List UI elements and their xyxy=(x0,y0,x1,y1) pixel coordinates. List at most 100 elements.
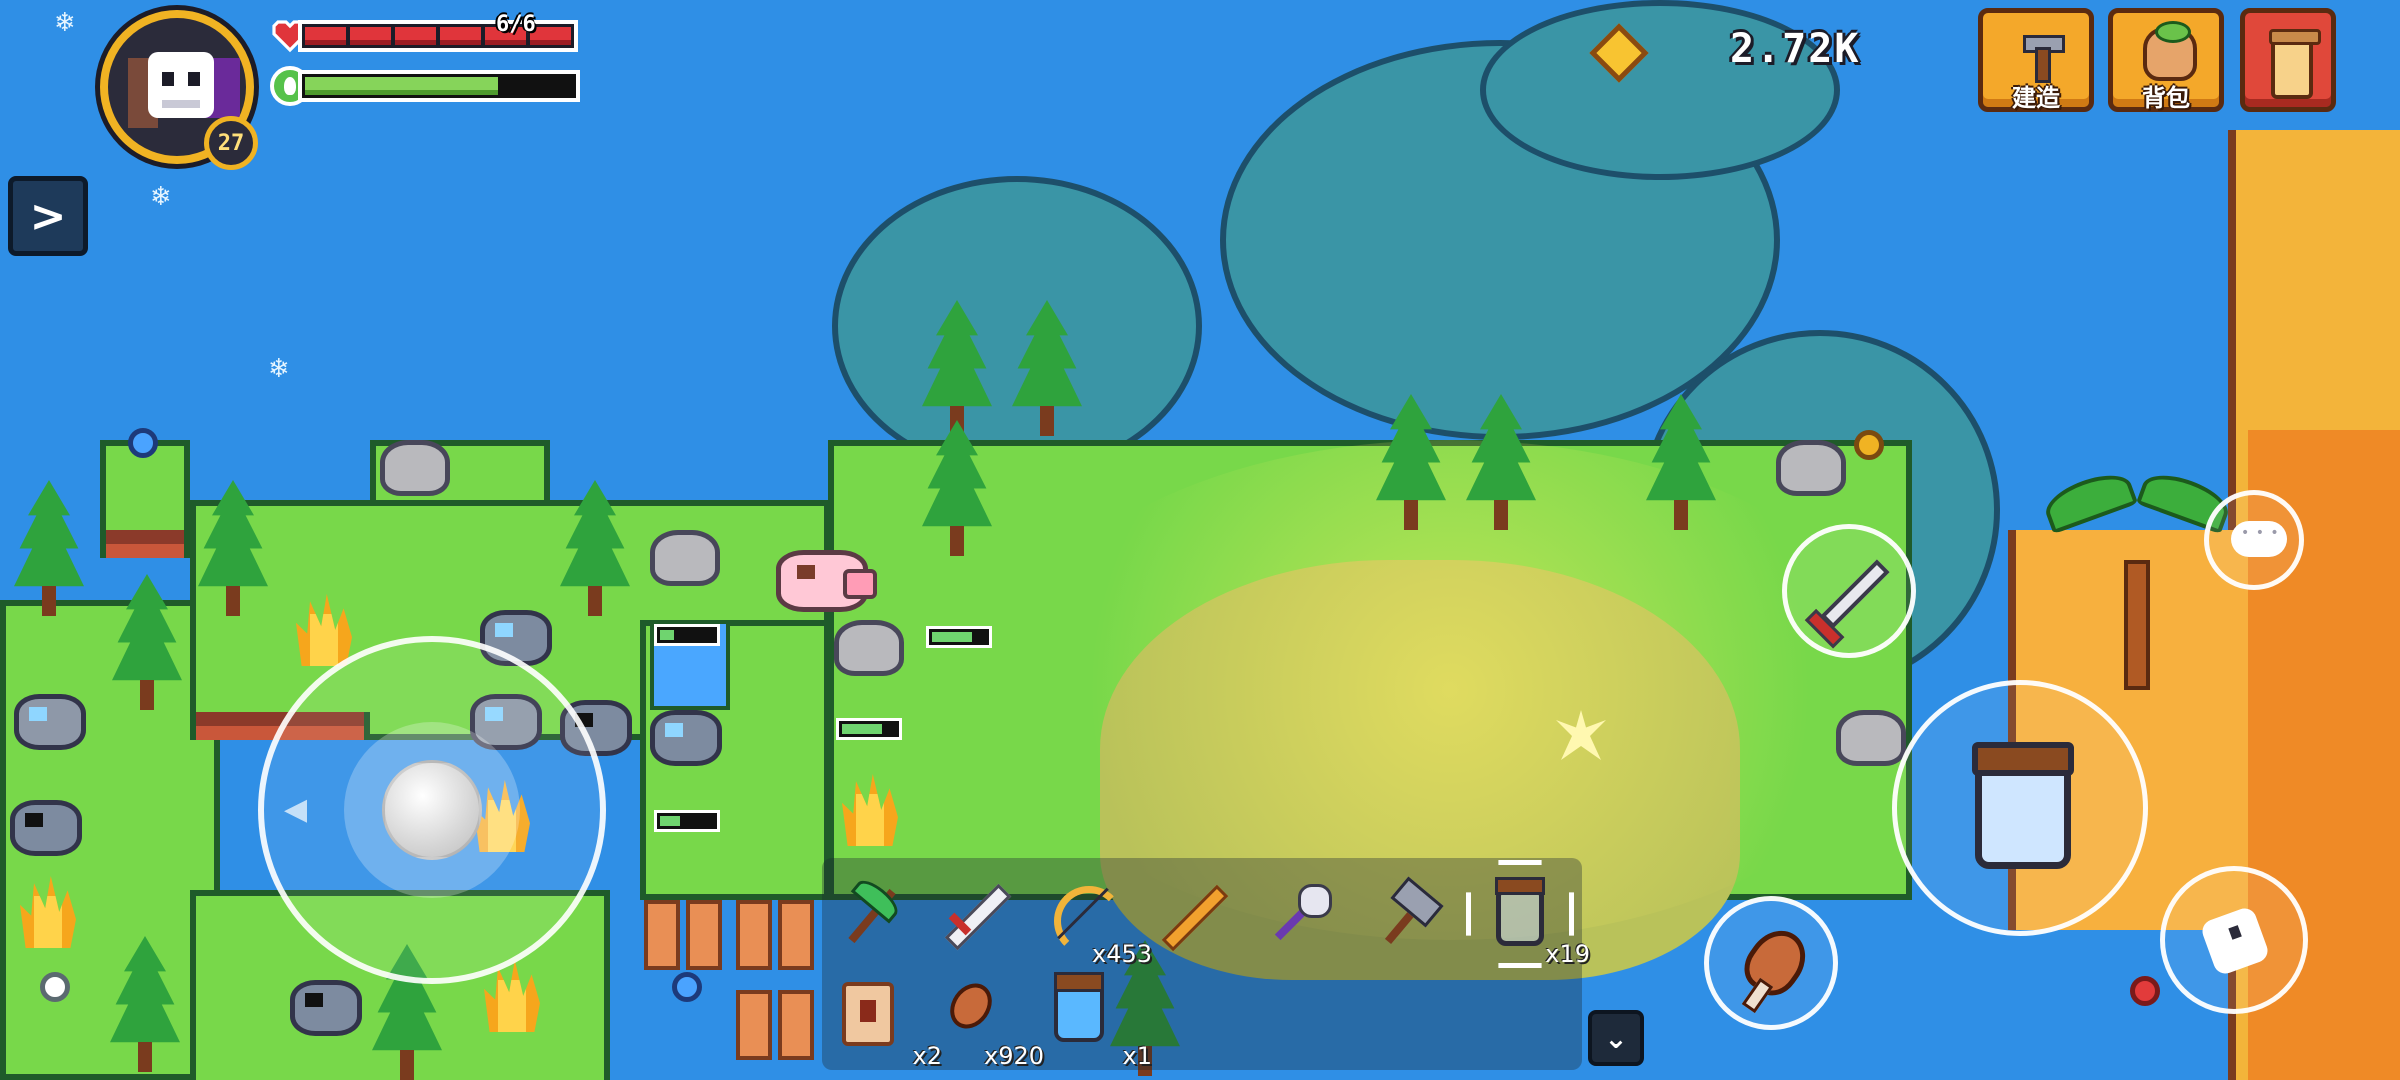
side-panel-toggle-button[interactable]: > xyxy=(8,176,88,256)
snowflake-icon: ❄ xyxy=(54,8,76,38)
hotbar-expand-button[interactable]: ⌄ xyxy=(1588,1010,1644,1066)
health-segment xyxy=(305,27,346,45)
resource-health-bar xyxy=(654,624,720,646)
hotbar-slot[interactable] xyxy=(926,866,1022,962)
skull-staff-icon xyxy=(1264,880,1332,948)
chat-button[interactable] xyxy=(2204,490,2304,590)
quest-scroll-button[interactable] xyxy=(2240,8,2336,112)
hotbar-slot[interactable]: x920 xyxy=(926,968,1044,1070)
build-button-label: 建造 xyxy=(2012,84,2060,112)
jar-icon xyxy=(1972,742,2074,869)
bridge-plank xyxy=(778,990,814,1060)
pine-tree xyxy=(922,300,992,440)
item-count: x19 xyxy=(1545,940,1590,968)
golden-sword-icon xyxy=(1156,880,1224,948)
palm-leaf xyxy=(2039,465,2139,535)
bridge-plank xyxy=(778,900,814,970)
stone-rock xyxy=(650,530,720,586)
health-segment xyxy=(530,27,571,45)
hammer-icon xyxy=(1372,880,1440,948)
flower xyxy=(40,972,70,1002)
hotbar-slot[interactable] xyxy=(824,866,920,962)
coal-ore xyxy=(290,980,362,1036)
pine-tree xyxy=(198,480,268,620)
snowflake-icon: ❄ xyxy=(268,354,290,384)
pickaxe-icon xyxy=(838,880,906,948)
joystick-knob[interactable] xyxy=(382,760,482,860)
palm-tree xyxy=(2124,560,2150,690)
pine-tree xyxy=(1646,394,1716,534)
resource-health-bar xyxy=(926,626,992,648)
health-segment xyxy=(350,27,391,45)
hotbar-slot[interactable]: x453 xyxy=(1034,866,1152,968)
chevron-down-icon: ⌄ xyxy=(1604,1021,1628,1055)
stone-rock xyxy=(834,620,904,676)
resource-health-bar xyxy=(654,810,720,832)
health-text: 6/6 xyxy=(496,12,536,37)
flower xyxy=(128,428,158,458)
build-icon xyxy=(2017,29,2065,83)
bridge-plank xyxy=(736,990,772,1060)
eat-food-button[interactable] xyxy=(1704,896,1838,1030)
pine-tree xyxy=(1376,394,1446,534)
dash-icon xyxy=(2199,905,2271,977)
health-segment xyxy=(440,27,481,45)
backpack-icon xyxy=(2143,21,2197,81)
iron-ore xyxy=(650,710,722,766)
chat-bubble-icon xyxy=(2231,521,2287,557)
coal-ore xyxy=(10,800,82,856)
hotbar-slot[interactable]: x1 xyxy=(1034,968,1152,1070)
energy-bar xyxy=(298,70,580,102)
virtual-joystick[interactable]: ◀ xyxy=(258,636,606,984)
flower xyxy=(672,972,702,1002)
health-bar xyxy=(298,20,578,52)
currency-amount: 2.72K xyxy=(1730,26,1861,72)
sword-icon xyxy=(940,880,1008,948)
health-segment xyxy=(395,27,436,45)
hotbar-slot[interactable] xyxy=(1358,866,1454,962)
inventory-hotbar: x453 x19 x2 x920 x1 xyxy=(822,858,1590,1070)
pine-tree xyxy=(110,936,180,1076)
hotbar-slot[interactable]: x2 xyxy=(824,968,942,1070)
meat-icon xyxy=(941,975,1001,1037)
scroll-item-icon xyxy=(842,982,894,1046)
item-count: x1 xyxy=(1122,1042,1152,1070)
pine-tree xyxy=(1012,300,1082,440)
bridge-plank xyxy=(686,900,722,970)
stone-rock xyxy=(380,440,450,496)
energy-bar-fill xyxy=(305,77,498,95)
pine-tree xyxy=(1466,394,1536,534)
pine-tree xyxy=(112,574,182,714)
pine-tree xyxy=(14,480,84,620)
scroll-icon xyxy=(2269,29,2321,99)
dash-roll-button[interactable] xyxy=(2160,866,2308,1014)
bridge-plank xyxy=(736,900,772,970)
pig-creature xyxy=(776,550,877,612)
pine-tree xyxy=(922,420,992,560)
bridge-plank xyxy=(644,900,680,970)
build-button[interactable]: 建造 xyxy=(1978,8,2094,112)
use-item-button[interactable] xyxy=(1892,680,2148,936)
flower xyxy=(2130,976,2160,1006)
cliff xyxy=(100,530,190,558)
hotbar-slot-selected[interactable]: x19 xyxy=(1466,860,1590,968)
backpack-button-label: 背包 xyxy=(2142,84,2190,112)
jar-icon xyxy=(1495,877,1545,946)
hotbar-slot[interactable] xyxy=(1250,866,1346,962)
flower xyxy=(1854,430,1884,460)
attack-button[interactable] xyxy=(1782,524,1916,658)
player-level-badge: 27 xyxy=(204,116,258,170)
resource-health-bar xyxy=(836,718,902,740)
fairy-sprite xyxy=(1546,700,1616,770)
skull-avatar-icon xyxy=(148,52,214,118)
sword-icon xyxy=(1820,559,1890,629)
snowflake-icon: ❄ xyxy=(150,182,172,212)
meat-icon xyxy=(1734,919,1818,1005)
bow-icon xyxy=(1048,880,1124,956)
hotbar-slot[interactable] xyxy=(1142,866,1238,962)
backpack-button[interactable]: 背包 xyxy=(2108,8,2224,112)
chevron-right-icon: > xyxy=(29,190,67,242)
stone-rock xyxy=(1776,440,1846,496)
stone-rock xyxy=(1836,710,1906,766)
joystick-left-arrow-icon: ◀ xyxy=(284,792,308,827)
